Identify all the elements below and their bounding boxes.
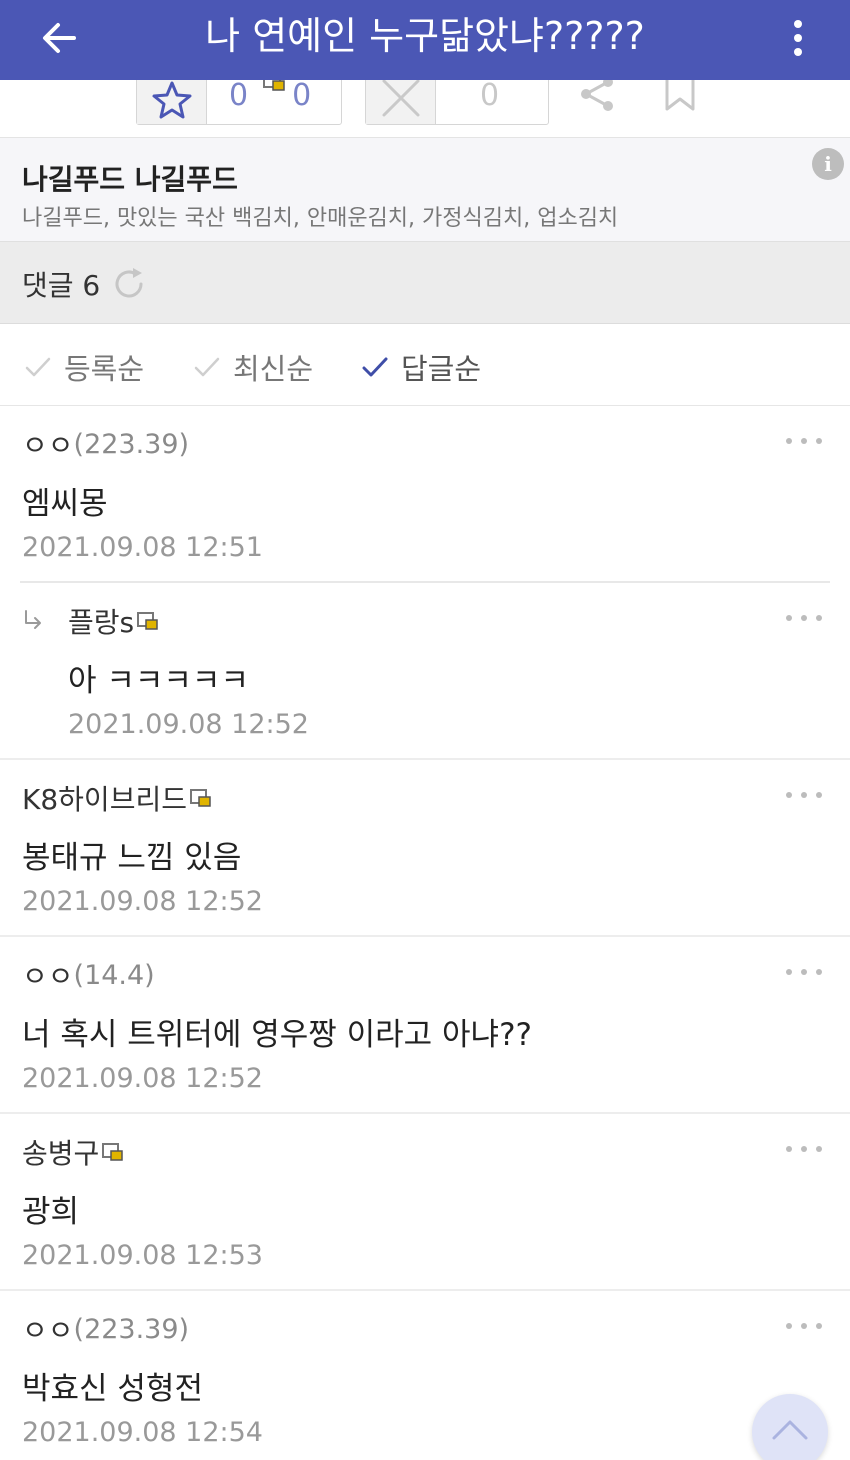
comment-item: ㅇㅇ (223.39) 엠씨몽 2021.09.08 12:51: [0, 406, 850, 583]
comment-author[interactable]: ㅇㅇ (223.39): [22, 1309, 189, 1349]
app-bar: 나 연예인 누구닮았냐?????: [0, 0, 850, 80]
author-ip: (14.4): [73, 959, 155, 991]
member-badge-icon: [189, 789, 211, 807]
comment-author[interactable]: 송병구: [22, 1132, 125, 1172]
back-button[interactable]: [36, 14, 84, 62]
comment-author[interactable]: 플랑s: [68, 601, 160, 641]
comment-count: 댓글 6: [22, 269, 101, 302]
author-ip: (223.39): [73, 1313, 190, 1345]
comment-header: 댓글 6: [0, 242, 850, 324]
more-horizontal-icon[interactable]: [784, 965, 824, 979]
author-ip: (223.39): [73, 428, 190, 460]
gallery-name: 나길푸드 나길푸드: [22, 163, 238, 196]
gallery-description: 나길푸드, 맛있는 국산 백김치, 안매운김치, 가정식김치, 업소김치: [22, 206, 619, 231]
author-name: 송병구: [22, 1137, 100, 1170]
author-name: K8하이브리드: [22, 783, 187, 816]
more-horizontal-icon[interactable]: [784, 611, 824, 625]
sort-replies[interactable]: 답글순: [361, 346, 481, 388]
comment-author[interactable]: ㅇㅇ (223.39): [22, 424, 189, 464]
comment-date: 2021.09.08 12:52: [22, 886, 263, 917]
author-name: ㅇㅇ: [22, 960, 74, 993]
comment-author[interactable]: ㅇㅇ (14.4): [22, 955, 155, 995]
comment-body: 너 혹시 트위터에 영우짱 이라고 아냐??: [22, 1017, 532, 1053]
page-title: 나 연예인 누구닮았냐?????: [205, 14, 645, 58]
comment-item: ㅇㅇ (14.4) 너 혹시 트위터에 영우짱 이라고 아냐?? 2021.09.…: [0, 937, 850, 1114]
check-icon: [362, 357, 388, 377]
member-badge-icon: [137, 612, 158, 630]
more-horizontal-icon[interactable]: [784, 1142, 824, 1156]
sort-registered[interactable]: 등록순: [24, 346, 144, 388]
vote-bar: 0 0 0: [0, 70, 850, 138]
comment-body: 아 ㅋㅋㅋㅋㅋ: [68, 663, 249, 699]
check-icon: [194, 357, 220, 377]
sort-label: 답글순: [401, 352, 482, 386]
sort-label: 최신순: [233, 352, 314, 386]
share-icon[interactable]: [576, 76, 620, 116]
menu-button[interactable]: [774, 14, 822, 62]
reply-arrow-icon: [25, 610, 41, 629]
more-vertical-icon: [794, 20, 802, 56]
sort-label: 등록순: [64, 352, 145, 386]
comment-body: 박효신 성형전: [22, 1371, 203, 1407]
more-horizontal-icon[interactable]: [784, 1319, 824, 1333]
author-name: ㅇㅇ: [22, 429, 74, 462]
more-horizontal-icon[interactable]: [784, 434, 824, 448]
check-icon: [25, 357, 51, 377]
comment-date: 2021.09.08 12:51: [22, 532, 263, 563]
comment-date: 2021.09.08 12:54: [22, 1417, 263, 1448]
comment-item: 송병구 광희 2021.09.08 12:53: [0, 1114, 850, 1291]
author-name: ㅇㅇ: [22, 1314, 74, 1347]
comment-body: 광희: [22, 1194, 80, 1230]
comment-body: 엠씨몽: [22, 486, 108, 522]
comment-author[interactable]: K8하이브리드: [22, 778, 213, 818]
author-name: 플랑s: [68, 606, 135, 639]
comment-item: ㅇㅇ (223.39) 박효신 성형전 2021.09.08 12:54: [0, 1291, 850, 1460]
comment-date: 2021.09.08 12:52: [68, 709, 309, 740]
comment-date: 2021.09.08 12:53: [22, 1240, 263, 1271]
bookmark-icon[interactable]: [664, 76, 696, 112]
comment-body: 봉태규 느낌 있음: [22, 840, 242, 876]
scroll-top-button[interactable]: [752, 1394, 828, 1460]
sort-bar: 등록순 최신순 답글순: [0, 324, 850, 406]
refresh-icon[interactable]: [111, 266, 147, 302]
chevron-up-icon: [772, 1420, 808, 1440]
sort-latest[interactable]: 최신순: [193, 346, 313, 388]
comment-list: ㅇㅇ (223.39) 엠씨몽 2021.09.08 12:51 플랑s 아 ㅋㅋ…: [0, 406, 850, 1460]
comment-date: 2021.09.08 12:52: [22, 1063, 263, 1094]
member-badge-icon: [102, 1143, 124, 1161]
gallery-info[interactable]: 나길푸드 나길푸드 나길푸드, 맛있는 국산 백김치, 안매운김치, 가정식김치…: [0, 138, 850, 242]
info-icon[interactable]: i: [812, 148, 844, 180]
more-horizontal-icon[interactable]: [784, 788, 824, 802]
comment-item: K8하이브리드 봉태규 느낌 있음 2021.09.08 12:52: [0, 760, 850, 937]
arrow-left-icon: [43, 23, 76, 53]
reply-item: 플랑s 아 ㅋㅋㅋㅋㅋ 2021.09.08 12:52: [0, 583, 850, 760]
